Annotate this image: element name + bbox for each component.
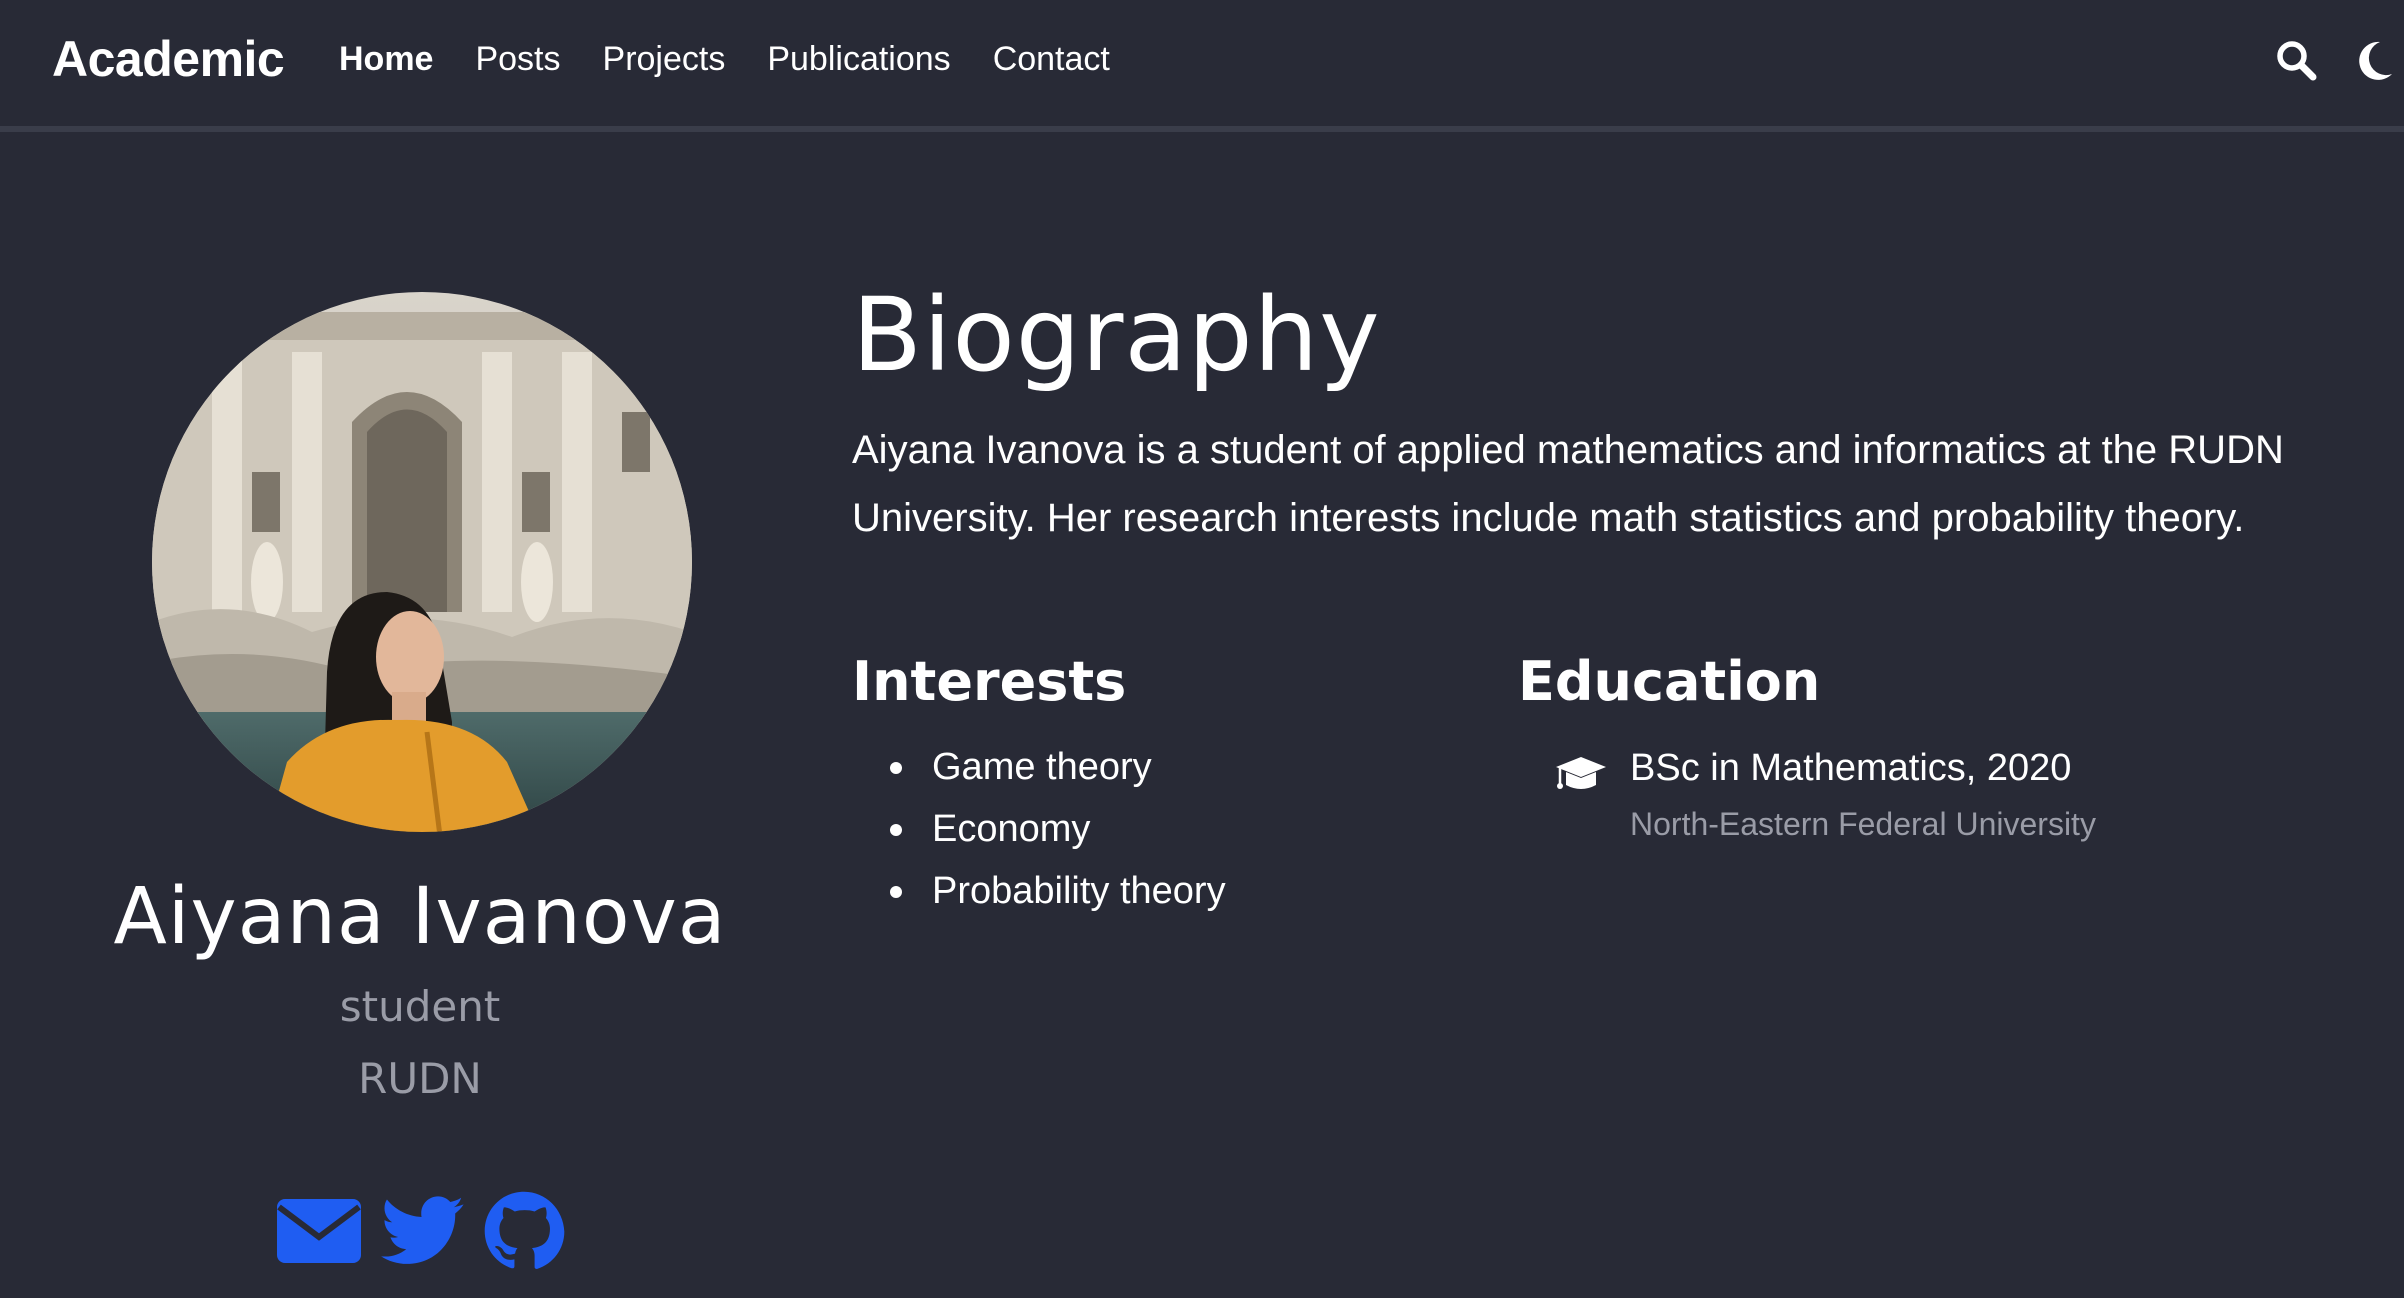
biography-text: Aiyana Ivanova is a student of applied m… [852, 428, 2284, 540]
education-institution: North-Eastern Federal University [1630, 806, 2096, 842]
interest-label: Game theory [932, 746, 1152, 788]
nav-link-posts[interactable]: Posts [475, 40, 560, 79]
interest-label: Economy [932, 808, 1091, 850]
email-link[interactable] [275, 1197, 363, 1270]
profile-organization[interactable]: RUDN [20, 1054, 820, 1103]
biography-title: Biography [852, 276, 1381, 395]
github-link[interactable] [483, 1190, 565, 1277]
interests-title: Interests [852, 650, 1127, 713]
bullet-icon [890, 886, 902, 898]
bullet-icon [890, 824, 902, 836]
nav-link-projects[interactable]: Projects [603, 40, 726, 79]
list-item: Probability theory [890, 860, 1226, 922]
search-button[interactable] [2272, 36, 2322, 86]
site-brand[interactable]: Academic [52, 30, 285, 88]
search-icon [2277, 41, 2317, 81]
envelope-icon [277, 1199, 361, 1263]
education-icon-wrap [1554, 755, 1608, 800]
navbar: Academic Home Posts Projects Publication… [0, 0, 2404, 132]
avatar-photo [152, 292, 692, 832]
profile-name: Aiyana Ivanova [113, 872, 727, 962]
nav-link-publications[interactable]: Publications [767, 40, 950, 79]
github-icon [484, 1191, 565, 1269]
interest-label: Probability theory [932, 870, 1226, 912]
list-item: Economy [890, 798, 1226, 860]
profile-avatar [152, 292, 692, 832]
twitter-icon [381, 1196, 464, 1264]
interests-list: Game theory Economy Probability theory [890, 736, 1226, 922]
profile-role: student [339, 982, 501, 1031]
theme-toggle-button[interactable] [2350, 36, 2400, 86]
nav-link-home[interactable]: Home [339, 40, 433, 79]
nav-link-contact[interactable]: Contact [993, 40, 1110, 79]
moon-icon [2359, 41, 2392, 80]
list-item: Game theory [890, 736, 1226, 798]
bullet-icon [890, 762, 902, 774]
social-links [275, 1190, 583, 1277]
education-degree: BSc in Mathematics, 2020 [1630, 747, 2072, 789]
nav-links: Home Posts Projects Publications Contact [339, 40, 1152, 79]
twitter-link[interactable] [381, 1195, 465, 1272]
education-title: Education [1518, 650, 1821, 713]
graduation-cap-icon [1556, 757, 1606, 789]
